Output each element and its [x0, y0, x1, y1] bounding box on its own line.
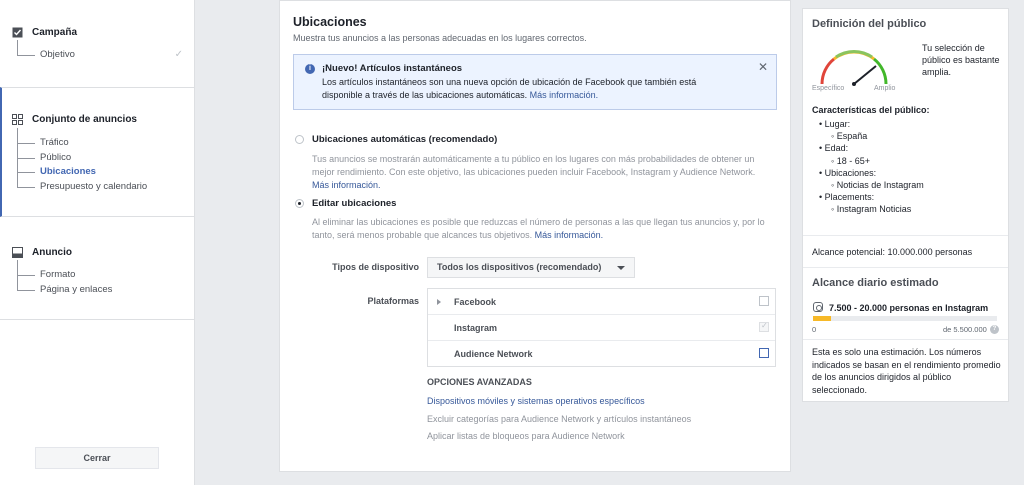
- daily-reach-bar-fill: [813, 316, 832, 321]
- sidebar-item-label: Formato: [40, 269, 76, 280]
- sidebar-item-trafico[interactable]: Tráfico: [0, 128, 195, 151]
- placements-panel: Ubicaciones Muestra tus anuncios a las p…: [279, 0, 791, 472]
- close-button[interactable]: Cerrar: [35, 447, 159, 469]
- expand-icon[interactable]: [437, 299, 441, 305]
- notice-title: ¡Nuevo! Artículos instantáneos: [322, 63, 463, 74]
- sidebar-item-objetivo[interactable]: Objetivo ✓: [0, 40, 195, 63]
- notice-more-info-link[interactable]: Más información.: [530, 90, 599, 100]
- sidebar-section-ad: Anuncio Formato Página y enlaces: [0, 242, 195, 320]
- advanced-options-title: OPCIONES AVANZADAS: [427, 377, 532, 387]
- page-title: Ubicaciones: [293, 15, 367, 29]
- list-item: Ubicaciones:: [819, 167, 924, 179]
- list-item: España: [819, 130, 924, 142]
- sidebar-item-pagina[interactable]: Página y enlaces: [0, 274, 195, 298]
- sidebar-section-adset: Conjunto de anuncios Tráfico Público Ubi…: [0, 87, 195, 217]
- sidebar-campaign-label: Campaña: [32, 26, 78, 38]
- checkbox-icon: [12, 27, 23, 38]
- grid-icon: [12, 113, 23, 125]
- advanced-option-devices-link[interactable]: Dispositivos móviles y sistemas operativ…: [427, 396, 645, 406]
- auto-placements-desc: Tus anuncios se mostrarán automáticament…: [312, 153, 772, 192]
- gauge-right-label: Amplio: [874, 85, 896, 92]
- sidebar-item-presupuesto[interactable]: Presupuesto y calendario: [0, 171, 195, 195]
- platform-name: Facebook: [454, 297, 497, 307]
- edit-more-info-link[interactable]: Más información.: [535, 230, 604, 240]
- help-icon[interactable]: ?: [990, 325, 999, 334]
- sidebar-item-ad[interactable]: Anuncio: [0, 242, 195, 262]
- sidebar-item-adset[interactable]: Conjunto de anuncios: [2, 109, 195, 129]
- gauge-note: Tu selección de público es bastante ampl…: [922, 43, 1000, 77]
- sidebar-item-publico[interactable]: Público: [0, 142, 195, 166]
- list-item: Lugar:: [819, 118, 924, 130]
- daily-reach-value: 7.500 - 20.000 personas en Instagram: [829, 303, 989, 313]
- auto-placements-label: Ubicaciones automáticas (recomendado): [312, 134, 498, 145]
- sidebar-ad-label: Anuncio: [32, 246, 72, 258]
- device-types-select[interactable]: Todos los dispositivos (recomendado): [427, 257, 635, 278]
- sidebar-item-label: Público: [40, 151, 72, 163]
- platform-name: Instagram: [454, 323, 498, 333]
- audience-characteristics-list: Lugar: España Edad: 18 - 65+ Ubicaciones…: [819, 118, 924, 216]
- platform-checkbox[interactable]: [759, 348, 769, 358]
- platform-row-facebook[interactable]: Facebook: [428, 289, 775, 315]
- daily-reach-title: Alcance diario estimado: [812, 277, 939, 289]
- bar-min-label: 0: [812, 325, 817, 334]
- audience-definition-panel: Definición del público Específico Amplio…: [802, 8, 1009, 402]
- bar-max-label: de 5.500.000: [943, 325, 987, 334]
- notice-text: Los artículos instantáneos son una nueva…: [322, 77, 697, 100]
- sidebar-item-campaign[interactable]: Campaña: [0, 22, 195, 42]
- edit-placements-label: Editar ubicaciones: [312, 198, 397, 209]
- advanced-option-exclude-categories[interactable]: Excluir categorías para Audience Network…: [427, 414, 691, 424]
- estimate-note: Esta es solo una estimación. Los números…: [812, 347, 1001, 395]
- platform-row-audience-network[interactable]: Audience Network: [428, 341, 775, 367]
- advanced-option-block-lists[interactable]: Aplicar listas de bloqueos para Audience…: [427, 431, 625, 441]
- list-item: Instagram Noticias: [819, 203, 924, 215]
- sidebar-item-ubicaciones[interactable]: Ubicaciones: [0, 157, 195, 180]
- platform-checkbox[interactable]: [759, 296, 769, 306]
- check-icon: ✓: [174, 49, 183, 60]
- page-subtitle: Muestra tus anuncios a las personas adec…: [293, 33, 587, 43]
- notice-body: Los artículos instantáneos son una nueva…: [322, 76, 732, 102]
- instagram-icon: [813, 302, 823, 312]
- audience-characteristics-title: Características del público:: [812, 105, 930, 115]
- edit-placements-radio[interactable]: [295, 199, 304, 208]
- divider: [803, 235, 1008, 236]
- chevron-down-icon: [617, 266, 625, 270]
- sidebar: Campaña Objetivo ✓ Conjunto de anuncios …: [0, 0, 195, 485]
- ad-icon: [12, 246, 23, 258]
- list-item: 18 - 65+: [819, 155, 924, 167]
- daily-reach-bar: [813, 316, 997, 321]
- platform-row-instagram[interactable]: Instagram: [428, 315, 775, 341]
- instant-articles-notice: i ¡Nuevo! Artículos instantáneos Los art…: [293, 54, 777, 110]
- auto-placements-radio[interactable]: [295, 135, 304, 144]
- divider: [803, 267, 1008, 268]
- divider: [803, 339, 1008, 340]
- device-types-value: Todos los dispositivos (recomendado): [437, 262, 602, 272]
- potential-reach: Alcance potencial: 10.000.000 personas: [812, 247, 973, 257]
- list-item: Edad:: [819, 142, 924, 154]
- device-types-label: Tipos de dispositivo: [332, 262, 419, 272]
- list-item: Noticias de Instagram: [819, 179, 924, 191]
- sidebar-item-label: Página y enlaces: [40, 283, 113, 295]
- sidebar-item-label: Presupuesto y calendario: [40, 180, 148, 192]
- sidebar-adset-label: Conjunto de anuncios: [32, 113, 137, 125]
- platforms-list: Facebook Instagram Audience Network: [427, 288, 776, 367]
- close-icon[interactable]: ✕: [758, 60, 768, 74]
- platform-checkbox[interactable]: [759, 321, 769, 332]
- sidebar-item-formato[interactable]: Formato: [0, 260, 195, 283]
- sidebar-item-label: Objetivo: [40, 49, 75, 60]
- platforms-label: Plataformas: [367, 296, 419, 306]
- sidebar-section-campaign: Campaña Objetivo ✓: [0, 22, 195, 63]
- auto-more-info-link[interactable]: Más información.: [312, 180, 381, 190]
- edit-placements-desc: Al eliminar las ubicaciones es posible q…: [312, 216, 772, 242]
- gauge-left-label: Específico: [812, 85, 845, 92]
- info-icon: i: [305, 64, 315, 74]
- platform-name: Audience Network: [454, 349, 533, 359]
- sidebar-item-label: Tráfico: [40, 137, 69, 148]
- sidebar-item-label: Ubicaciones: [40, 166, 96, 177]
- auto-desc-text: Tus anuncios se mostrarán automáticament…: [312, 154, 756, 177]
- audience-title: Definición del público: [812, 18, 927, 30]
- list-item: Placements:: [819, 191, 924, 203]
